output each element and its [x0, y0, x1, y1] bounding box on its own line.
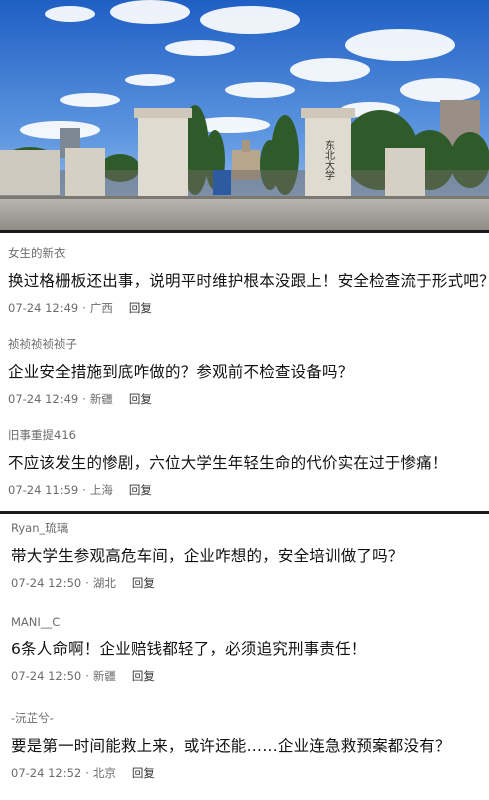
svg-text:东北大学: 东北大学	[323, 139, 335, 180]
reply-button[interactable]: 回复	[129, 482, 152, 498]
comment-text: 带大学生参观高危车间，企业咋想的，安全培训做了吗？	[11, 547, 404, 565]
comment-item: Ryan_琉璃 带大学生参观高危车间，企业咋想的，安全培训做了吗？ 07-24 …	[0, 520, 412, 591]
comment-username[interactable]: 祯祯祯祯祯子	[8, 336, 353, 352]
reply-button[interactable]: 回复	[129, 391, 152, 407]
comment-time: 07-24 12:50	[11, 576, 82, 590]
university-gate-image: 东北大学	[0, 0, 489, 230]
comment-time: 07-24 12:52	[11, 766, 82, 780]
comment-meta: 07-24 12:52 · 北京 回复	[11, 765, 451, 781]
comment-meta: 07-24 12:50 · 新疆 回复	[11, 668, 366, 684]
comment-location: 新疆	[92, 669, 116, 683]
comment-text: 换过格栅板还出事，说明平时维护根本没跟上！安全检查流于形式吧？	[8, 272, 489, 290]
banner-photo: 东北大学	[0, 0, 489, 230]
comment-location: 广西	[89, 301, 113, 315]
comment-meta: 07-24 12:50 · 湖北 回复	[11, 575, 404, 591]
comment-item: 旧事重提416 不应该发生的惨剧，六位大学生年轻生命的代价实在过于惨痛！ 07-…	[0, 427, 456, 498]
comment-location: 北京	[92, 766, 116, 780]
reply-button[interactable]: 回复	[132, 668, 155, 684]
comment-username[interactable]: 女生的新衣	[8, 245, 489, 261]
section-divider	[0, 230, 489, 233]
comment-username[interactable]: -沅芷兮-	[11, 710, 451, 726]
reply-button[interactable]: 回复	[132, 765, 155, 781]
comment-meta: 07-24 11:59 · 上海 回复	[8, 482, 448, 498]
meta-separator: ·	[82, 301, 86, 315]
comment-text: 不应该发生的惨剧，六位大学生年轻生命的代价实在过于惨痛！	[8, 454, 448, 472]
comment-text: 6条人命啊！企业赔钱都轻了，必须追究刑事责任！	[11, 640, 367, 658]
comment-location: 湖北	[92, 576, 116, 590]
comment-meta: 07-24 12:49 · 新疆 回复	[8, 391, 353, 407]
comment-time: 07-24 12:49	[8, 301, 79, 315]
meta-separator: ·	[82, 392, 86, 406]
comment-item: 女生的新衣 换过格栅板还出事，说明平时维护根本没跟上！安全检查流于形式吧？ 07…	[0, 245, 489, 316]
comment-item: -沅芷兮- 要是第一时间能救上来，或许还能……企业连急救预案都没有？ 07-24…	[0, 710, 459, 781]
comment-item: 祯祯祯祯祯子 企业安全措施到底咋做的？参观前不检查设备吗？ 07-24 12:4…	[0, 336, 361, 407]
meta-separator: ·	[85, 766, 89, 780]
comment-list-bottom: Ryan_琉璃 带大学生参观高危车间，企业咋想的，安全培训做了吗？ 07-24 …	[0, 511, 489, 800]
meta-separator: ·	[82, 483, 86, 497]
comment-username[interactable]: Ryan_琉璃	[11, 520, 404, 536]
comment-text: 企业安全措施到底咋做的？参观前不检查设备吗？	[8, 363, 354, 381]
comment-text: 要是第一时间能救上来，或许还能……企业连急救预案都没有？	[11, 737, 451, 755]
reply-button[interactable]: 回复	[132, 575, 155, 591]
reply-button[interactable]: 回复	[129, 300, 152, 316]
meta-separator: ·	[85, 576, 89, 590]
comment-time: 07-24 12:49	[8, 392, 79, 406]
comment-username[interactable]: 旧事重提416	[8, 427, 448, 443]
comment-meta: 07-24 12:49 · 广西 回复	[8, 300, 489, 316]
comment-time: 07-24 11:59	[8, 483, 79, 497]
comment-username[interactable]: MANI__C	[11, 615, 366, 629]
comment-location: 上海	[89, 483, 113, 497]
meta-separator: ·	[85, 669, 89, 683]
comment-item: MANI__C 6条人命啊！企业赔钱都轻了，必须追究刑事责任！ 07-24 12…	[0, 615, 374, 684]
comment-time: 07-24 12:50	[11, 669, 82, 683]
comment-location: 新疆	[89, 392, 113, 406]
